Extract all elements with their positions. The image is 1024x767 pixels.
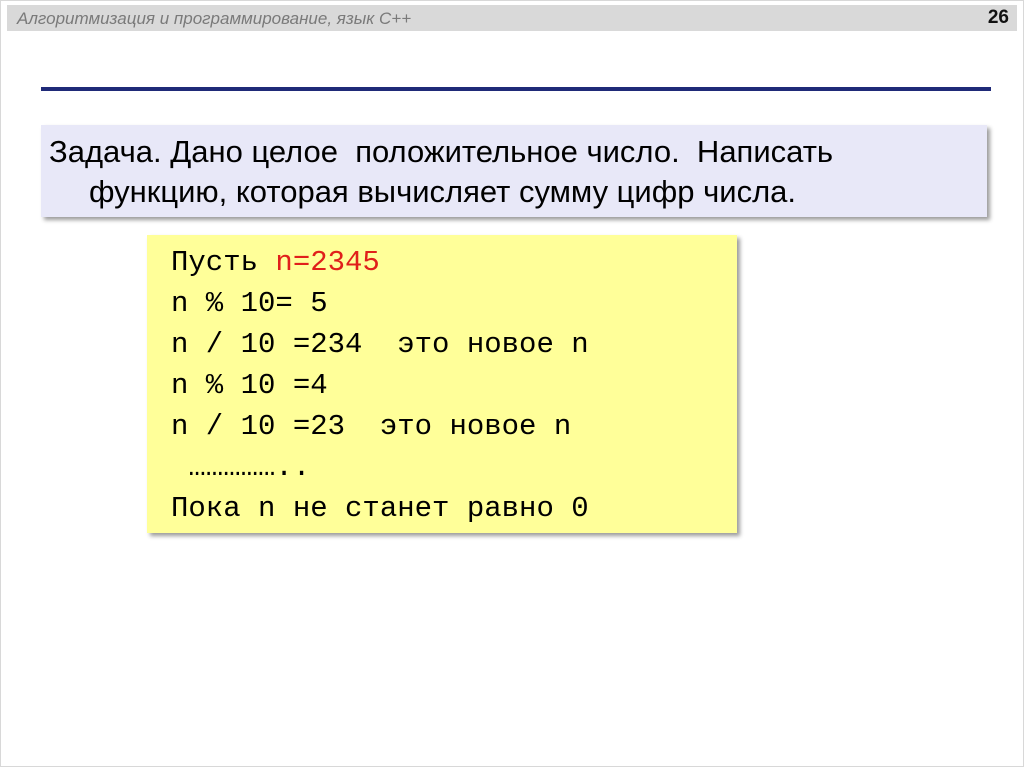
code-line-5: n / 10 =23 это новое n: [171, 410, 572, 443]
header-title: Алгоритмизация и программирование, язык …: [17, 9, 412, 28]
code-line-1-prefix: Пусть: [171, 246, 276, 279]
code-line-1: Пусть n=2345: [171, 246, 380, 280]
task-text-line-1: Задача. Дано целое положительное число. …: [49, 134, 834, 169]
page-number: 26: [987, 7, 1009, 28]
code-line-2: n % 10= 5: [171, 287, 328, 320]
task-text-line-2: функцию, которая вычисляет сумму цифр чи…: [89, 174, 797, 209]
code-line-4: n % 10 =4: [171, 369, 328, 402]
slide: Алгоритмизация и программирование, язык …: [0, 0, 1024, 767]
task-box: Задача. Дано целое положительное число. …: [41, 125, 987, 217]
title-divider: [41, 87, 991, 91]
code-line-7: Пока n не станет равно 0: [171, 492, 589, 525]
code-line-3: n / 10 =234 это новое n: [171, 328, 589, 361]
header-bar: Алгоритмизация и программирование, язык …: [7, 5, 1017, 31]
code-box: Пусть n=2345 n % 10= 5 n / 10 =234 это н…: [147, 235, 737, 533]
code-line-1-value: n=2345: [275, 246, 380, 279]
code-line-6: ……………..: [171, 451, 311, 484]
